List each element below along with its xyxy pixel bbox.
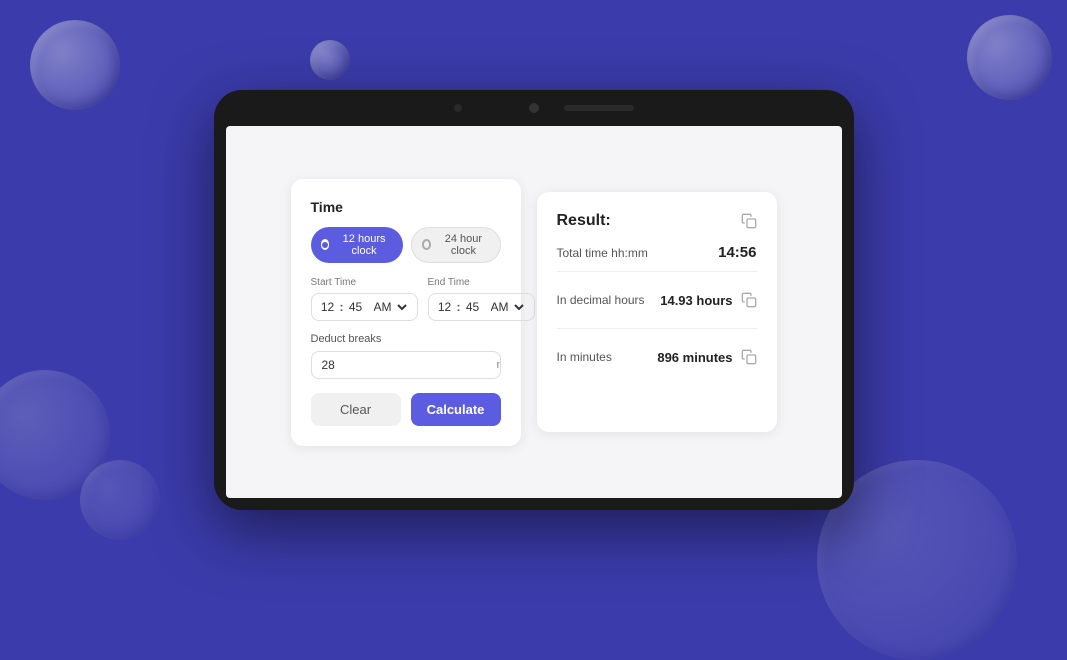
decimal-hours-value-wrap: 14.93 hours xyxy=(660,292,756,308)
minutes-value: 896 minutes xyxy=(657,350,732,365)
total-time-row: Total time hh:mm 14:56 xyxy=(557,244,757,261)
start-minutes: 45 xyxy=(347,300,365,314)
tablet-speaker xyxy=(564,105,634,111)
result-title: Result: xyxy=(557,212,611,230)
bubble-top-middle xyxy=(310,40,350,80)
end-time-group: End Time 12 : 45 AM PM xyxy=(428,277,535,321)
decimal-hours-label: In decimal hours xyxy=(557,293,645,307)
copy-all-icon[interactable] xyxy=(741,213,757,229)
minutes-value-wrap: 896 minutes xyxy=(657,349,756,365)
end-minutes: 45 xyxy=(464,300,482,314)
start-time-input[interactable]: 12 : 45 AM PM xyxy=(311,293,418,321)
24-hour-clock-button[interactable]: 24 hour clock xyxy=(411,227,501,263)
radio-active-icon xyxy=(321,239,330,250)
total-time-value: 14:56 xyxy=(718,244,756,261)
24-hour-label: 24 hour clock xyxy=(437,233,489,257)
radio-inactive-icon xyxy=(422,239,432,250)
total-time-label: Total time hh:mm xyxy=(557,246,648,260)
divider-2 xyxy=(557,328,757,329)
bubble-mid-left-2 xyxy=(80,460,160,540)
deduct-breaks-label: Deduct breaks xyxy=(311,333,501,345)
end-period-select[interactable]: AM PM xyxy=(485,299,527,315)
action-buttons: Clear Calculate xyxy=(311,393,501,426)
deduct-breaks-input-wrap: minutes xyxy=(311,351,501,379)
clock-toggle-group: 12 hours clock 24 hour clock xyxy=(311,227,501,263)
tablet-camera-left xyxy=(454,104,462,112)
time-inputs-row: Start Time 12 : 45 AM PM End Time 12 xyxy=(311,277,501,321)
copy-minutes-icon[interactable] xyxy=(741,349,757,365)
end-time-input[interactable]: 12 : 45 AM PM xyxy=(428,293,535,321)
deduct-breaks-input[interactable] xyxy=(312,352,487,378)
decimal-hours-value: 14.93 hours xyxy=(660,293,732,308)
start-hours: 12 xyxy=(319,300,337,314)
tablet-top-bar xyxy=(214,90,854,126)
start-time-label: Start Time xyxy=(311,277,418,288)
time-calculator-panel: Time 12 hours clock 24 hour clock Start … xyxy=(291,179,521,446)
panel-title: Time xyxy=(311,199,501,215)
divider-1 xyxy=(557,271,757,272)
decimal-hours-row: In decimal hours 14.93 hours xyxy=(557,282,757,318)
start-time-group: Start Time 12 : 45 AM PM xyxy=(311,277,418,321)
bubble-top-right xyxy=(967,15,1052,100)
minutes-label: In minutes xyxy=(557,350,612,364)
tablet-camera xyxy=(529,103,539,113)
minutes-row: In minutes 896 minutes xyxy=(557,339,757,375)
tablet-device: Time 12 hours clock 24 hour clock Start … xyxy=(214,90,854,510)
start-period-select[interactable]: AM PM xyxy=(368,299,410,315)
clear-button[interactable]: Clear xyxy=(311,393,401,426)
result-header: Result: xyxy=(557,212,757,230)
copy-decimal-icon[interactable] xyxy=(741,292,757,308)
12-hour-clock-button[interactable]: 12 hours clock xyxy=(311,227,403,263)
calculate-button[interactable]: Calculate xyxy=(411,393,501,426)
tablet-screen: Time 12 hours clock 24 hour clock Start … xyxy=(226,126,842,498)
bubble-top-left xyxy=(30,20,120,110)
end-hours: 12 xyxy=(436,300,454,314)
deduct-suffix: minutes xyxy=(487,353,501,377)
12-hour-label: 12 hours clock xyxy=(335,233,392,257)
result-panel: Result: Total time hh:mm 14:56 In decima… xyxy=(537,192,777,432)
end-time-label: End Time xyxy=(428,277,535,288)
